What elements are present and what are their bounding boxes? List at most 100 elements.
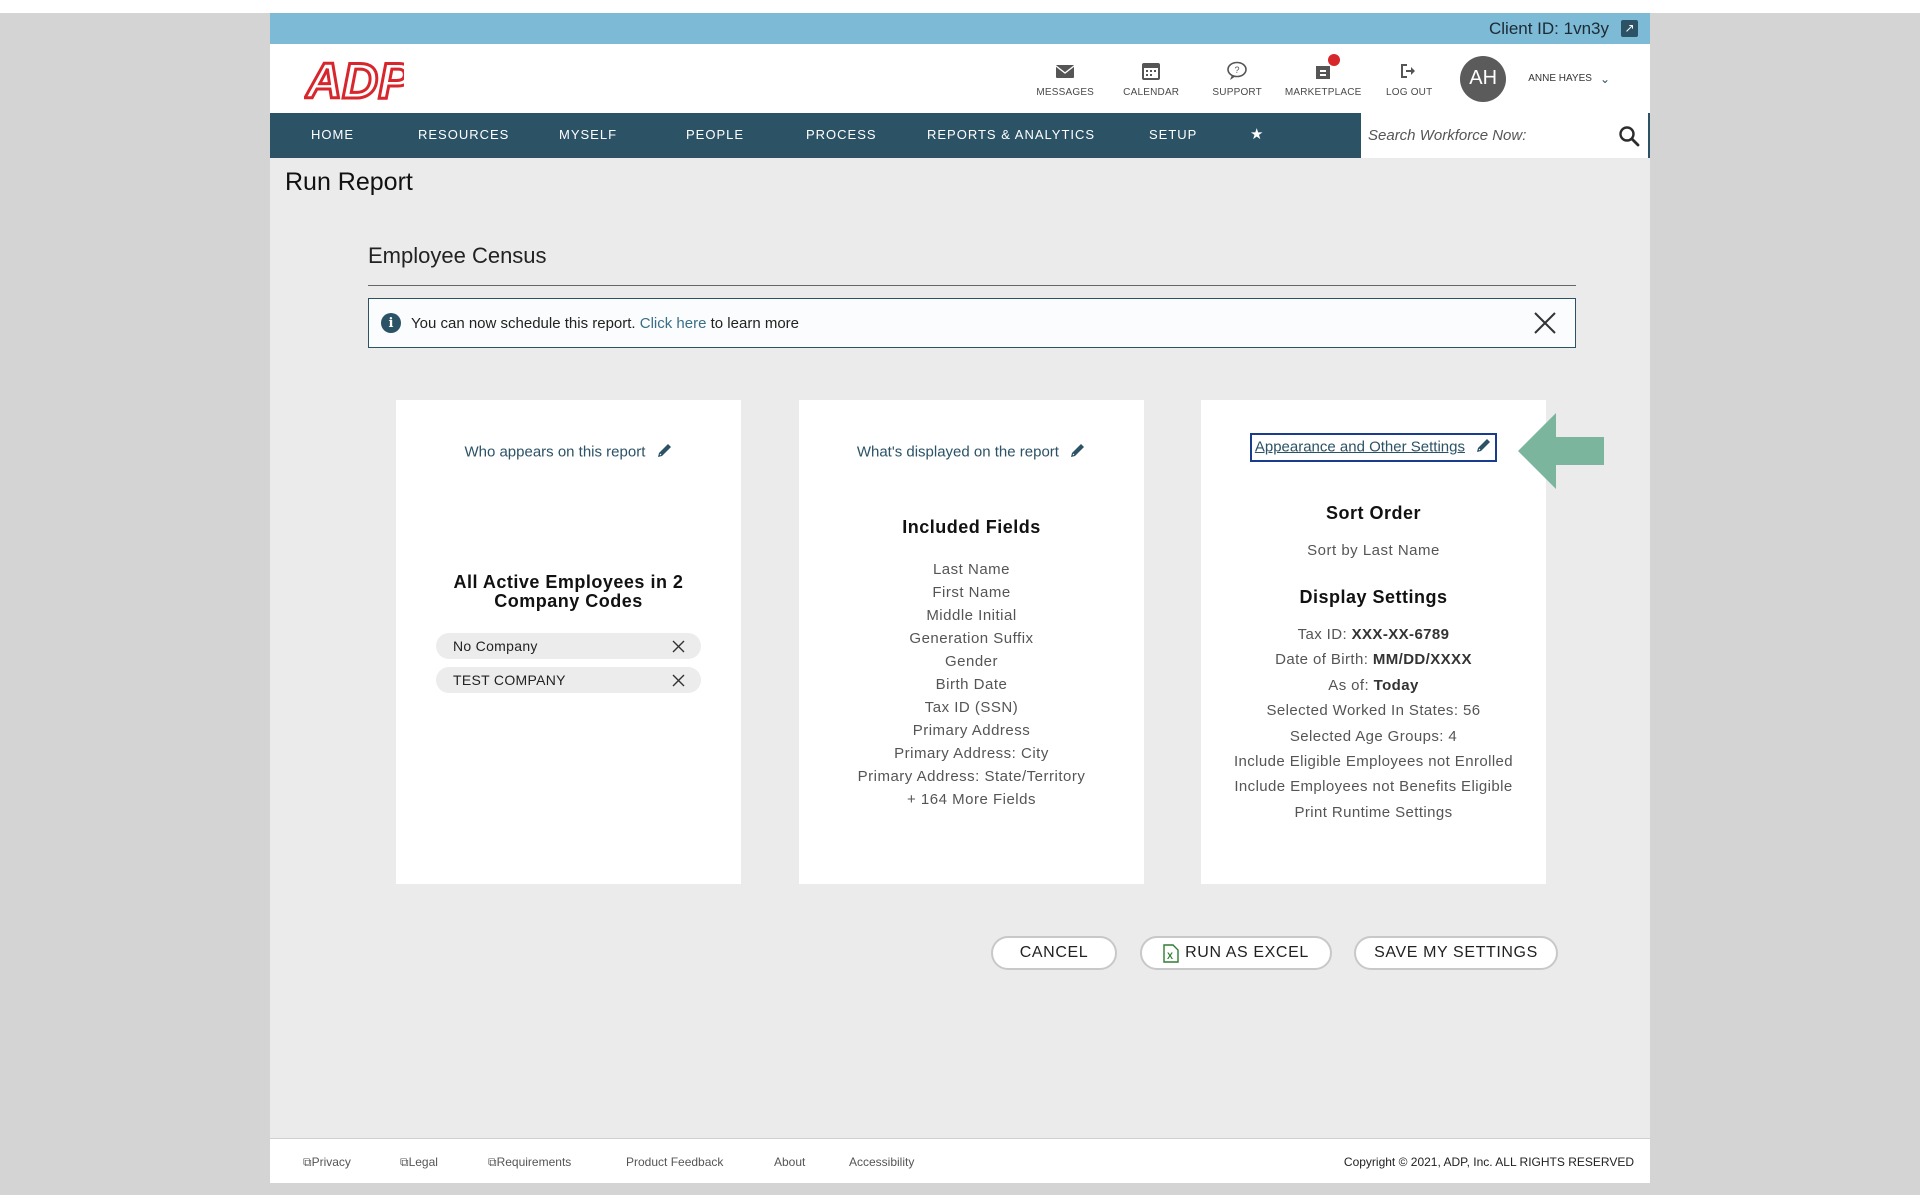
utility-bar: MESSAGES CALENDAR ? SUPPORT MARKETPLACE …	[1022, 44, 1610, 113]
footer: ⧉Privacy ⧉Legal ⧉Requirements Product Fe…	[270, 1138, 1650, 1183]
logout-label: LOG OUT	[1386, 86, 1433, 98]
notice-text-after: to learn more	[710, 314, 799, 332]
company-name: No Company	[453, 638, 538, 654]
marketplace-button[interactable]: MARKETPLACE	[1280, 53, 1366, 98]
focused-link[interactable]: Appearance and Other Settings	[1249, 433, 1498, 462]
page-title: Run Report	[285, 168, 413, 196]
list-item: Generation Suffix	[909, 630, 1034, 647]
cancel-button[interactable]: CANCEL	[991, 936, 1117, 970]
who-appears-link[interactable]: Who appears on this report	[396, 442, 741, 463]
nav-home[interactable]: HOME	[311, 127, 354, 142]
window-top-strip	[0, 0, 1920, 13]
chat-bubble-icon: ?	[1227, 61, 1248, 80]
what-link-label: What's displayed on the report	[856, 443, 1059, 461]
search-input[interactable]: Search Workforce Now:	[1368, 127, 1618, 144]
setting-label: Date of Birth:	[1275, 651, 1369, 669]
company-name: TEST COMPANY	[453, 672, 566, 688]
search-icon[interactable]	[1618, 125, 1640, 147]
adp-logo[interactable]: ADP	[303, 52, 414, 111]
marketplace-label: MARKETPLACE	[1284, 86, 1362, 98]
who-heading: All Active Employees in 2 Company Codes	[453, 572, 684, 611]
appearance-settings-link[interactable]: Appearance and Other Settings	[1201, 433, 1546, 462]
list-item: Selected Worked In States: 56	[1266, 702, 1481, 720]
settings-card: Appearance and Other Settings Sort Order…	[1201, 400, 1546, 884]
close-icon[interactable]	[1533, 311, 1557, 340]
footer-link-accessibility[interactable]: Accessibility	[849, 1155, 914, 1169]
header: ADP MESSAGES CALENDAR ? SUPPORT MARKETPL…	[270, 44, 1650, 113]
list-item: Last Name	[932, 561, 1011, 578]
pointer-arrow-icon	[1516, 411, 1606, 496]
footer-link-legal[interactable]: ⧉Legal	[400, 1155, 438, 1170]
user-menu[interactable]: ANNE HAYES ⌄	[1528, 72, 1610, 86]
list-item: Primary Address: City	[894, 745, 1049, 762]
calendar-label: CALENDAR	[1123, 86, 1180, 98]
list-item: Gender	[944, 653, 999, 670]
setting-value: MM/DD/XXXX	[1372, 651, 1472, 669]
footer-link-label: Legal	[408, 1155, 438, 1169]
footer-link-requirements[interactable]: ⧉Requirements	[488, 1155, 571, 1170]
external-link-icon[interactable]: ↗	[1621, 20, 1638, 37]
click-here-link[interactable]: Click here	[640, 315, 707, 332]
footer-link-feedback[interactable]: Product Feedback	[626, 1155, 723, 1169]
dob-setting: Date of Birth: MM/DD/XXXX	[1201, 647, 1546, 672]
nav-setup[interactable]: SETUP	[1149, 127, 1197, 142]
logout-button[interactable]: LOG OUT	[1366, 60, 1452, 98]
nav-people[interactable]: PEOPLE	[686, 127, 744, 142]
star-icon[interactable]: ★	[1250, 125, 1264, 143]
run-as-excel-label: RUN AS EXCEL	[1185, 944, 1309, 961]
footer-link-about[interactable]: About	[774, 1155, 805, 1169]
company-pill: No Company	[436, 633, 701, 659]
taxid-setting: Tax ID: XXX-XX-6789	[1201, 622, 1546, 647]
sort-value: Sort by Last Name	[1307, 542, 1440, 559]
list-item: Include Eligible Employees not Enrolled	[1233, 753, 1514, 771]
list-item: Primary Address: State/Territory	[857, 768, 1086, 785]
client-id: Client ID: 1vn3y	[1489, 18, 1609, 38]
setting-value: Today	[1373, 676, 1419, 694]
calendar-icon	[1142, 62, 1161, 80]
setting-label: Tax ID:	[1297, 626, 1348, 643]
nav-reports-analytics[interactable]: REPORTS & ANALYTICS	[927, 127, 1095, 142]
pencil-icon	[656, 442, 673, 463]
footer-link-label: Requirements	[496, 1155, 572, 1169]
search-box[interactable]: Search Workforce Now:	[1361, 113, 1648, 158]
support-label: SUPPORT	[1212, 86, 1262, 98]
nav-process[interactable]: PROCESS	[806, 127, 877, 142]
list-item: Middle Initial	[926, 607, 1017, 624]
list-item: Include Employees not Benefits Eligible	[1234, 778, 1513, 796]
notification-dot	[1328, 53, 1341, 66]
divider	[368, 285, 1576, 286]
run-as-excel-button[interactable]: X RUN AS EXCEL	[1140, 936, 1332, 970]
notice-message: You can now schedule this report. Click …	[411, 315, 799, 332]
remove-icon[interactable]	[672, 674, 685, 690]
included-fields-heading: Included Fields	[902, 517, 1041, 537]
display-settings-heading: Display Settings	[1299, 587, 1448, 607]
field-list: Last Name First Name Middle Initial Gene…	[799, 558, 1144, 811]
settings-link-label: Appearance and Other Settings	[1254, 438, 1465, 456]
support-button[interactable]: ? SUPPORT	[1194, 60, 1280, 98]
display-settings-list: Tax ID: XXX-XX-6789 Date of Birth: MM/DD…	[1201, 622, 1546, 825]
messages-button[interactable]: MESSAGES	[1022, 60, 1108, 98]
pencil-icon	[1069, 442, 1086, 463]
calendar-button[interactable]: CALENDAR	[1108, 60, 1194, 98]
nav-resources[interactable]: RESOURCES	[418, 127, 509, 142]
who-link-label: Who appears on this report	[464, 443, 646, 461]
setting-value: XXX-XX-6789	[1351, 626, 1450, 643]
save-settings-button[interactable]: SAVE MY SETTINGS	[1354, 936, 1558, 970]
nav-myself[interactable]: MYSELF	[559, 127, 617, 142]
remove-icon[interactable]	[672, 640, 685, 656]
whats-displayed-link[interactable]: What's displayed on the report	[799, 442, 1144, 463]
excel-file-icon: X	[1163, 943, 1179, 963]
schedule-notice: i You can now schedule this report. Clic…	[368, 298, 1576, 348]
copyright: Copyright © 2021, ADP, Inc. ALL RIGHTS R…	[1343, 1155, 1634, 1169]
what-card: What's displayed on the report Included …	[799, 400, 1144, 884]
setting-label: As of:	[1328, 676, 1370, 694]
list-item: First Name	[932, 584, 1011, 601]
list-item: Tax ID (SSN)	[924, 699, 1019, 716]
more-fields: + 164 More Fields	[907, 791, 1036, 808]
svg-text:?: ?	[1235, 65, 1240, 75]
footer-link-privacy[interactable]: ⧉Privacy	[303, 1155, 351, 1170]
avatar[interactable]: AH	[1460, 55, 1507, 102]
company-pill: TEST COMPANY	[436, 667, 701, 693]
list-item: Primary Address	[912, 722, 1031, 739]
sort-order-heading: Sort Order	[1325, 503, 1422, 523]
